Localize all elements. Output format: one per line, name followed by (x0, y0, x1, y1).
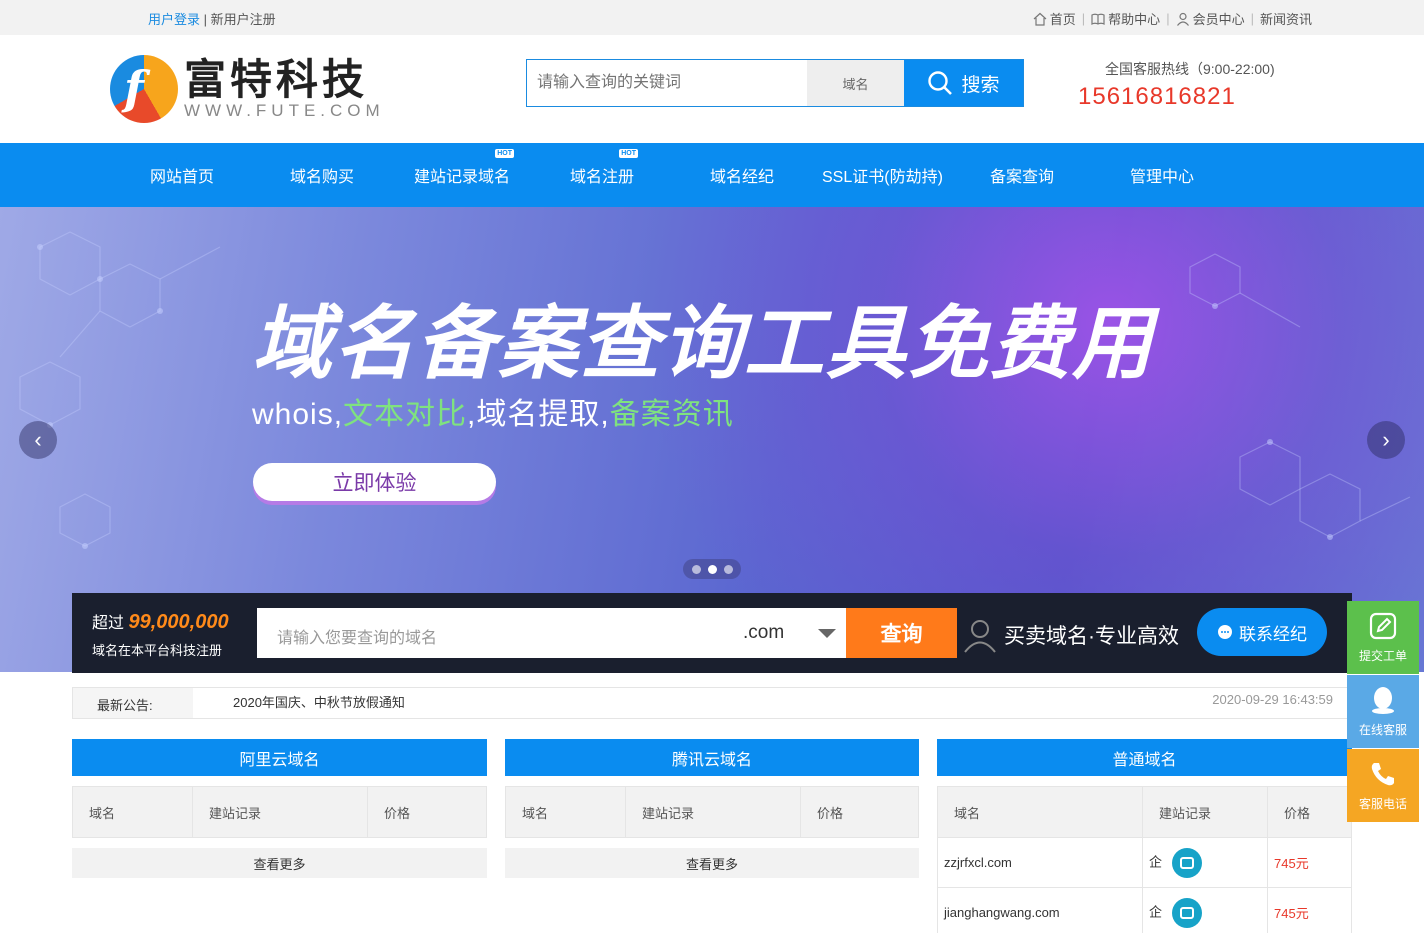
search-button[interactable]: 搜索 (904, 60, 1023, 106)
logo[interactable]: f 富特科技 WWW.FUTE.COM (110, 55, 385, 123)
nav-admin[interactable]: 管理中心 (1130, 163, 1194, 187)
panel-title[interactable]: 腾讯云域名 (505, 739, 919, 776)
view-more-button[interactable]: 查看更多 (505, 848, 919, 878)
col-domain: 域名 (937, 786, 1143, 838)
prev-slide-button[interactable]: ‹ (19, 421, 57, 459)
tld-select[interactable]: .com (717, 608, 846, 658)
tencent-domain-panel: 腾讯云域名 域名 建站记录 价格 查看更多 (505, 739, 919, 878)
domain-query-button[interactable]: 查询 (846, 608, 957, 658)
phone-icon (1371, 763, 1394, 786)
normal-domain-panel: 普通域名 域名 建站记录 价格 zzjrfxcl.com 企 745元 jian… (937, 739, 1352, 933)
register-link[interactable]: 新用户注册 (211, 12, 276, 27)
logo-url: WWW.FUTE.COM (184, 101, 385, 120)
slide-dot-active[interactable] (707, 564, 717, 574)
domain-name[interactable]: zzjrfxcl.com (937, 837, 1143, 888)
record-cell: 企 (1142, 887, 1268, 933)
main-nav: 网站首页 域名购买 建站记录域名 HOT 域名注册 HOT 域名经纪 SSL证书(防… (0, 143, 1424, 207)
search-icon (928, 71, 953, 95)
hotline-number: 15616816821 (1078, 83, 1236, 110)
domain-table: 域名 建站记录 价格 (505, 786, 919, 838)
col-record: 建站记录 (1142, 786, 1268, 838)
nav-domain-purchase[interactable]: 域名购买 (290, 163, 354, 187)
domain-table: 域名 建站记录 价格 zzjrfxcl.com 企 745元 jianghang… (937, 786, 1352, 933)
site-search: 域名 搜索 (526, 59, 1024, 107)
help-center-link[interactable]: 帮助中心 (1091, 9, 1160, 28)
price: 745元 (1267, 887, 1352, 933)
home-icon (1033, 12, 1047, 26)
broker-user-icon (964, 620, 996, 653)
chevron-right-icon: › (1382, 427, 1390, 452)
hotline-label: 全国客服热线（9:00-22:00) (1105, 61, 1275, 77)
next-slide-button[interactable]: › (1367, 421, 1405, 459)
user-icon (1176, 12, 1189, 26)
domain-name[interactable]: jianghangwang.com (937, 887, 1143, 933)
nav-domain-broker[interactable]: 域名经纪 (710, 163, 774, 187)
panel-title[interactable]: 普通域名 (937, 739, 1352, 776)
announcement-bar: 最新公告: 2020年国庆、中秋节放假通知 2020-09-29 16:43:5… (72, 687, 1352, 719)
header: f 富特科技 WWW.FUTE.COM 域名 搜索 全国客服热线（9:00-22… (0, 35, 1424, 143)
book-icon (1091, 13, 1105, 25)
table-row[interactable]: jianghangwang.com 企 745元 (937, 887, 1352, 933)
qq-icon (1372, 687, 1394, 714)
login-link[interactable]: 用户登录 (148, 12, 200, 27)
edit-icon (1369, 612, 1397, 640)
domain-search-bar: 超过 99,000,000 域名在本平台科技注册 请输入您要查询的域名 .com… (72, 593, 1352, 673)
col-domain: 域名 (72, 786, 193, 838)
col-domain: 域名 (505, 786, 626, 838)
view-more-button[interactable]: 查看更多 (72, 848, 487, 878)
keyword-search-input[interactable] (527, 60, 807, 106)
chevron-left-icon: ‹ (34, 427, 42, 452)
logo-name: 富特科技 (184, 56, 369, 103)
col-record: 建站记录 (625, 786, 801, 838)
panel-title[interactable]: 阿里云域名 (72, 739, 487, 776)
logo-mark: f (110, 55, 178, 123)
hot-badge: HOT (619, 149, 639, 158)
nav-domain-register[interactable]: 域名注册 HOT (570, 149, 639, 187)
online-service-button[interactable]: 在线客服 (1347, 675, 1419, 748)
try-now-button[interactable]: 立即体验 (253, 463, 496, 501)
link-icon (1172, 847, 1203, 878)
top-bar: 用户登录 | 新用户注册 首页 | 帮助中心 | 会员中心 | 新闻资讯 (0, 0, 1424, 35)
broker-slogan: 买卖域名·专业高效 (962, 617, 1179, 653)
chat-icon (1218, 625, 1232, 639)
domain-table: 域名 建站记录 价格 (72, 786, 487, 838)
col-price: 价格 (800, 786, 919, 838)
slide-dot[interactable] (691, 564, 701, 574)
account-links: 用户登录 | 新用户注册 (148, 9, 276, 28)
domain-stat: 超过 99,000,000 域名在本平台科技注册 (92, 611, 229, 658)
slide-dots (683, 559, 741, 579)
divider: | (203, 12, 208, 27)
hotline: 全国客服热线（9:00-22:00) 15616816821 (1078, 59, 1275, 111)
col-record: 建站记录 (192, 786, 368, 838)
submit-ticket-button[interactable]: 提交工单 (1347, 601, 1419, 674)
announcement-link[interactable]: 2020年国庆、中秋节放假通知 (233, 692, 405, 711)
caret-down-icon (818, 629, 836, 638)
home-link[interactable]: 首页 (1033, 9, 1076, 28)
announcement-label: 最新公告: (73, 688, 193, 718)
contact-broker-button[interactable]: 联系经纪 (1197, 608, 1327, 656)
col-price: 价格 (367, 786, 487, 838)
news-link[interactable]: 新闻资讯 (1260, 9, 1312, 28)
slide-dot[interactable] (723, 564, 733, 574)
table-row[interactable]: zzjrfxcl.com 企 745元 (937, 837, 1352, 888)
aliyun-domain-panel: 阿里云域名 域名 建站记录 价格 查看更多 (72, 739, 487, 878)
member-center-link[interactable]: 会员中心 (1176, 9, 1245, 28)
service-phone-button[interactable]: 客服电话 (1347, 749, 1419, 822)
announcement-date: 2020-09-29 16:43:59 (1212, 692, 1333, 707)
price: 745元 (1267, 837, 1352, 888)
banner-title: 域名备案查询工具免费用 (252, 299, 1154, 388)
nav-ssl[interactable]: SSL证书(防劫持) (822, 163, 943, 187)
banner-subtitle: whois,文本对比,域名提取,备案资讯 (252, 398, 734, 431)
link-icon (1172, 897, 1203, 928)
domain-query-input[interactable]: 请输入您要查询的域名 (257, 608, 717, 658)
nav-home[interactable]: 网站首页 (150, 163, 214, 187)
top-nav-links: 首页 | 帮助中心 | 会员中心 | 新闻资讯 (1033, 9, 1312, 28)
hot-badge: HOT (495, 149, 515, 158)
search-type-select[interactable]: 域名 (807, 60, 904, 106)
nav-record-domains[interactable]: 建站记录域名 HOT (414, 149, 515, 187)
nav-icp-query[interactable]: 备案查询 (990, 163, 1054, 187)
col-price: 价格 (1267, 786, 1352, 838)
record-cell: 企 (1142, 837, 1268, 888)
